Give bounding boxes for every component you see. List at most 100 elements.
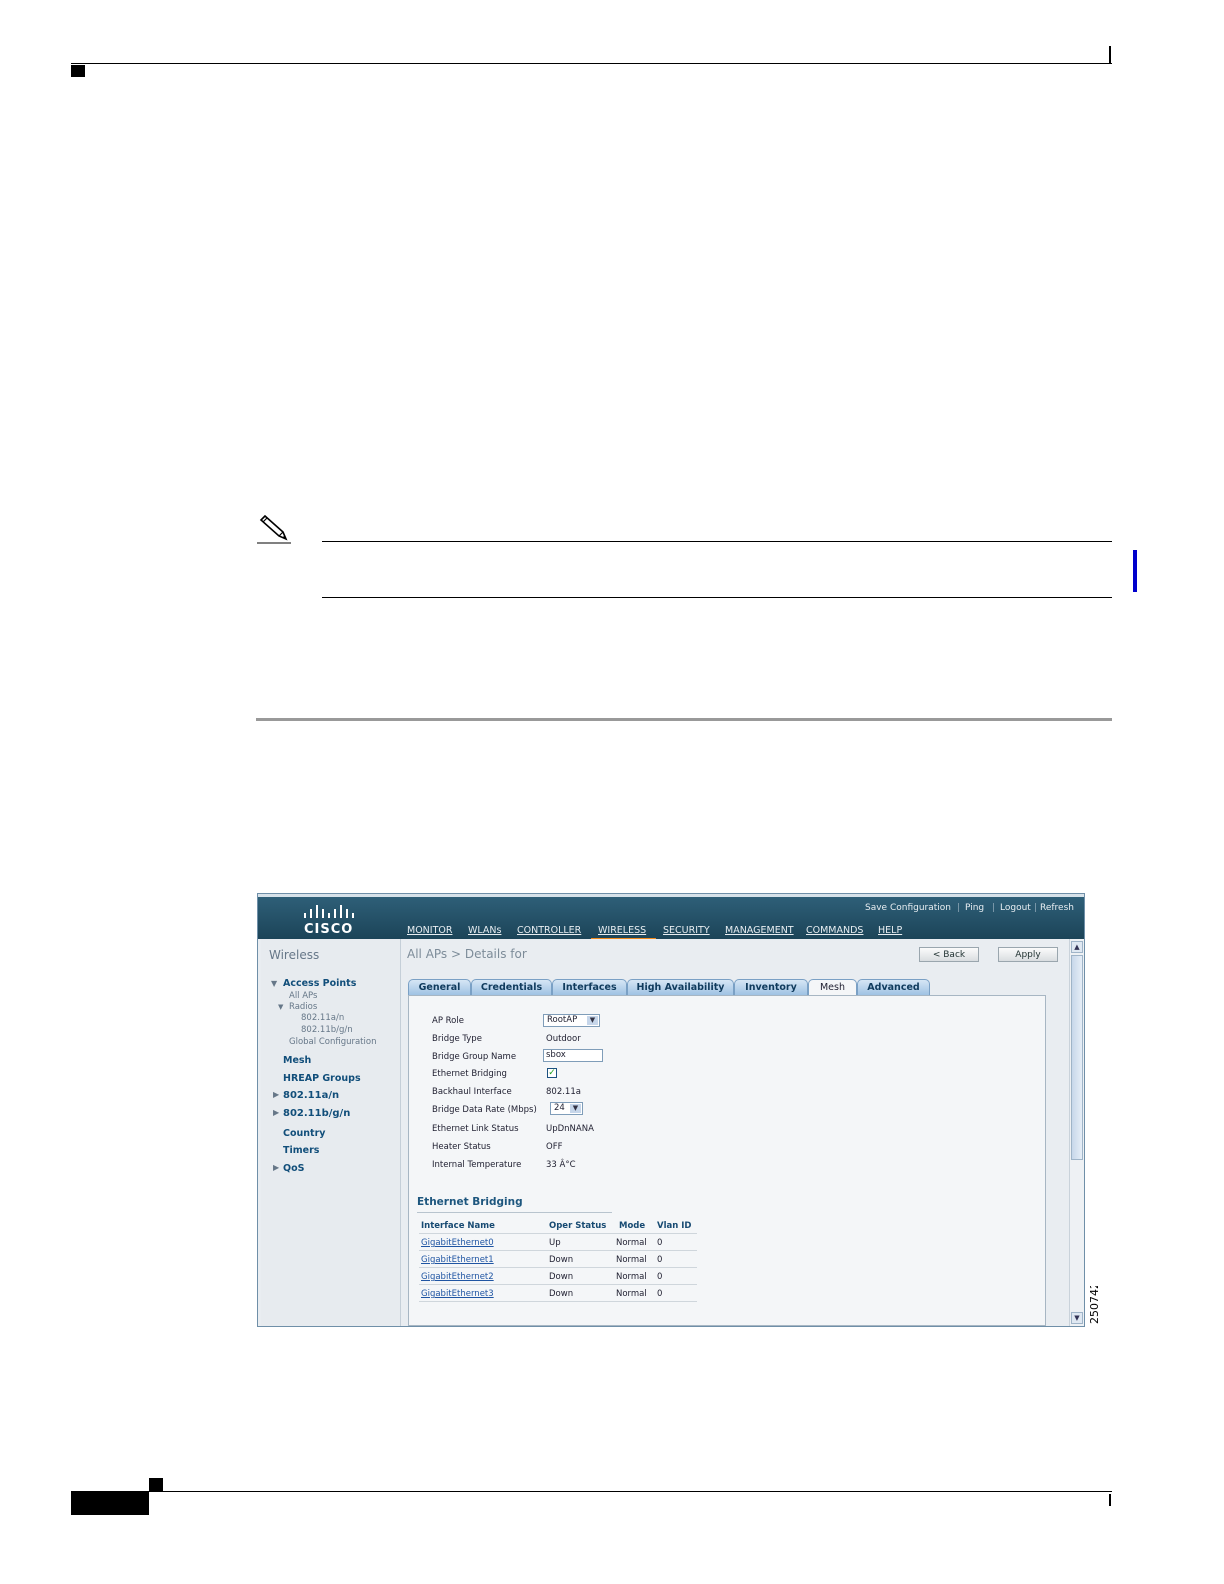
sidebar-item-country[interactable]: Country: [283, 1128, 325, 1139]
ping-link[interactable]: Ping: [965, 903, 984, 913]
tab-advanced[interactable]: Advanced: [857, 979, 930, 995]
expanded-triangle-icon: ▼: [271, 979, 278, 988]
expanded-triangle-icon: ▼: [278, 1003, 284, 1011]
sidebar-item-radios[interactable]: Radios: [289, 1002, 317, 1012]
bridge-type-value: Outdoor: [546, 1034, 581, 1044]
main-content: All APs > Details for < Back Apply Gener…: [401, 939, 1069, 1326]
oper-status: Down: [549, 1272, 574, 1282]
nav-wlans[interactable]: WLANs: [468, 925, 501, 936]
back-button[interactable]: < Back: [919, 947, 979, 962]
tab-high-availability[interactable]: High Availability: [627, 979, 734, 995]
ethernet-bridging-checkbox[interactable]: ✓: [547, 1068, 557, 1078]
ethernet-bridging-label: Ethernet Bridging: [432, 1069, 507, 1079]
column-header-oper-status: Oper Status: [549, 1221, 607, 1231]
sidebar-item-80211bgn[interactable]: 802.11b/g/n: [283, 1108, 350, 1119]
logout-link[interactable]: Logout: [1000, 903, 1031, 913]
vlan-id: 0: [657, 1272, 663, 1282]
ap-role-value: RootAP: [547, 1015, 578, 1025]
interface-link-gigabitethernet2[interactable]: GigabitEthernet2: [421, 1272, 494, 1282]
sidebar-item-80211an[interactable]: 802.11a/n: [283, 1090, 339, 1101]
sidebar-item-timers[interactable]: Timers: [283, 1145, 319, 1156]
sidebar-item-all-aps[interactable]: All APs: [289, 991, 317, 1001]
ap-role-select[interactable]: RootAP ▼: [543, 1014, 600, 1027]
ethernet-bridging-heading: Ethernet Bridging: [417, 1196, 523, 1208]
nav-management[interactable]: MANAGEMENT: [725, 925, 794, 936]
nav-security[interactable]: SECURITY: [663, 925, 710, 936]
link-separator: |: [1034, 903, 1038, 913]
ethernet-link-status-value: UpDnNANA: [546, 1124, 594, 1134]
cisco-bars-icon: [304, 905, 354, 918]
scroll-up-arrow-icon[interactable]: ▲: [1071, 941, 1083, 953]
oper-status: Down: [549, 1255, 574, 1265]
table-row-divider: [419, 1250, 697, 1251]
table-row-divider: [419, 1233, 697, 1234]
nav-commands[interactable]: COMMANDS: [806, 925, 863, 936]
sidebar-item-access-points[interactable]: Access Points: [283, 978, 356, 989]
checkmark-icon: ✓: [548, 1068, 556, 1078]
nav-monitor[interactable]: MONITOR: [407, 925, 452, 936]
interface-link-gigabitethernet3[interactable]: GigabitEthernet3: [421, 1289, 494, 1299]
sidebar-item-mesh[interactable]: Mesh: [283, 1055, 311, 1066]
tab-credentials[interactable]: Credentials: [471, 979, 552, 995]
note-rule-bottom: [322, 597, 1112, 598]
internal-temperature-value: 33 Â°C: [546, 1160, 576, 1170]
scroll-thumb[interactable]: [1071, 955, 1083, 1160]
vlan-id: 0: [657, 1238, 663, 1248]
oper-status: Down: [549, 1289, 574, 1299]
tab-inventory[interactable]: Inventory: [734, 979, 808, 995]
nav-help[interactable]: HELP: [878, 925, 902, 936]
bridge-group-name-input[interactable]: sbox: [543, 1049, 603, 1062]
figure-number: 250742: [1088, 1286, 1101, 1324]
footer-corner-square: [149, 1478, 163, 1491]
column-header-vlan-id: Vlan ID: [657, 1221, 692, 1231]
note-pencil-icon: [257, 514, 291, 544]
scroll-down-arrow-icon[interactable]: ▼: [1071, 1312, 1083, 1324]
collapsed-triangle-icon: ▶: [273, 1163, 280, 1172]
save-configuration-link[interactable]: Save Configuration: [865, 903, 951, 913]
bridge-group-name-label: Bridge Group Name: [432, 1052, 517, 1062]
link-separator: |: [957, 903, 961, 913]
sidebar-item-radio-80211an[interactable]: 802.11a/n: [301, 1013, 344, 1023]
heater-status-label: Heater Status: [432, 1142, 491, 1152]
top-navigation-bar: CISCO Save Configuration | Ping | Logout…: [258, 894, 1084, 942]
interface-link-gigabitethernet0[interactable]: GigabitEthernet0: [421, 1238, 494, 1248]
table-row-divider: [419, 1267, 697, 1268]
change-bar: [1133, 550, 1137, 592]
cisco-wordmark: CISCO: [304, 922, 354, 937]
sidebar-item-hreap-groups[interactable]: HREAP Groups: [283, 1073, 361, 1084]
sidebar-item-qos[interactable]: QoS: [283, 1163, 304, 1174]
vertical-scrollbar[interactable]: ▲ ▼: [1069, 939, 1084, 1326]
mode: Normal: [616, 1272, 647, 1282]
cisco-logo: CISCO: [302, 904, 358, 937]
collapsed-triangle-icon: ▶: [273, 1108, 280, 1117]
backhaul-interface-label: Backhaul Interface: [432, 1087, 512, 1097]
nav-wireless[interactable]: WIRELESS: [598, 925, 646, 936]
header-tick-mark: [1109, 46, 1111, 64]
interface-link-gigabitethernet1[interactable]: GigabitEthernet1: [421, 1255, 494, 1265]
tab-interfaces[interactable]: Interfaces: [552, 979, 627, 995]
column-header-mode: Mode: [619, 1221, 646, 1231]
mode: Normal: [616, 1238, 647, 1248]
bridge-data-rate-label: Bridge Data Rate (Mbps): [432, 1105, 537, 1115]
bridge-group-name-value: sbox: [546, 1050, 566, 1060]
nav-controller[interactable]: CONTROLLER: [517, 925, 581, 936]
ethernet-link-status-label: Ethernet Link Status: [432, 1124, 519, 1134]
vlan-id: 0: [657, 1289, 663, 1299]
apply-button[interactable]: Apply: [998, 947, 1058, 962]
sidebar-item-radio-80211bgn[interactable]: 802.11b/g/n: [301, 1025, 353, 1035]
column-header-interface-name: Interface Name: [421, 1221, 495, 1231]
internal-temperature-label: Internal Temperature: [432, 1160, 522, 1170]
sidebar-item-global-configuration[interactable]: Global Configuration: [289, 1037, 376, 1047]
footer-page-block: [71, 1492, 149, 1515]
tab-mesh[interactable]: Mesh: [808, 979, 857, 996]
svg-text:250742: 250742: [1088, 1286, 1101, 1324]
header-rule: [71, 63, 1112, 64]
tab-general[interactable]: General: [408, 979, 471, 995]
refresh-link[interactable]: Refresh: [1040, 903, 1074, 913]
sidebar-title: Wireless: [269, 948, 320, 962]
bridge-data-rate-select[interactable]: 24 ▼: [550, 1102, 583, 1115]
collapsed-triangle-icon: ▶: [273, 1090, 280, 1099]
footer-rule: [71, 1491, 1112, 1492]
heater-status-value: OFF: [546, 1142, 563, 1152]
chevron-down-icon: ▼: [587, 1016, 598, 1025]
